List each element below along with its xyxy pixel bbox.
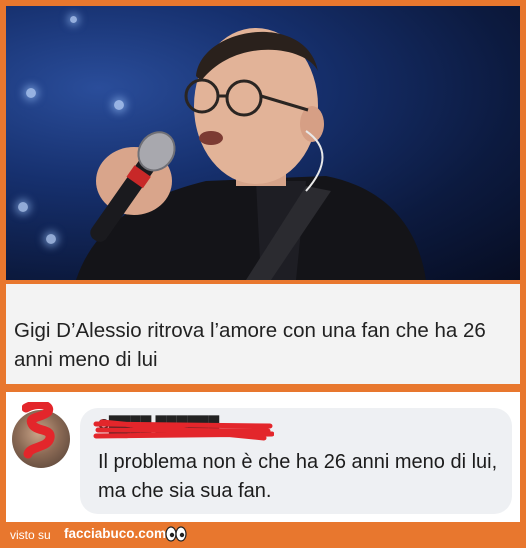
comment-text: Il problema non è che ha 26 anni meno di… [98,451,498,502]
article-photo [6,6,520,280]
watermark-footer: visto su facciabuco.com [0,522,526,548]
avatar-redaction-scribble [22,402,55,459]
author-redaction-scribble [93,419,274,441]
eyes-icon [165,526,187,542]
comment-section: C████ ██████ Il problema non è che ha 26… [6,392,520,522]
singer-illustration [76,28,426,280]
footer-site-link[interactable]: facciabuco.com [64,526,166,541]
footer-prefix: visto su [10,528,51,542]
headline-card[interactable]: Gigi D’Alessio ritrova l’amore con una f… [6,284,520,384]
headline-title: Gigi D’Alessio ritrova l’amore con una f… [14,319,486,371]
comment-bubble: C████ ██████ Il problema non è che ha 26… [80,408,512,514]
